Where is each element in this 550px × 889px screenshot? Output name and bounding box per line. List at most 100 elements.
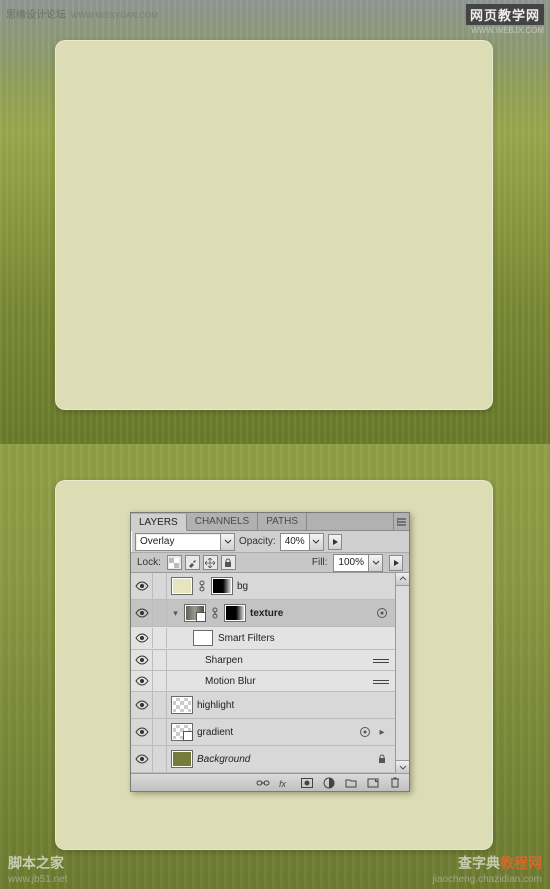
mask-link-icon[interactable] <box>197 580 207 592</box>
layer-row-texture[interactable]: ▾ texture <box>131 600 409 627</box>
layers-panel: LAYERS CHANNELS PATHS Overlay Opacity: 4… <box>130 512 410 792</box>
watermark-url: WWW.WEBJX.COM <box>466 26 544 35</box>
adjustment-layer-button[interactable] <box>319 776 339 790</box>
layer-style-button[interactable]: fx <box>275 776 295 790</box>
lock-indicator <box>375 752 389 766</box>
blend-mode-select[interactable]: Overlay <box>135 533 235 551</box>
fill-scrub-button[interactable] <box>389 555 403 571</box>
blend-opacity-row: Overlay Opacity: 40% <box>131 531 409 553</box>
lock-pixels-button[interactable] <box>185 555 200 570</box>
smart-filter-indicator[interactable] <box>358 725 372 739</box>
play-icon <box>331 538 339 546</box>
layer-name: Background <box>197 754 250 765</box>
chevron-down-icon <box>368 555 382 571</box>
layer-thumbnail[interactable] <box>171 723 193 741</box>
panel-tabs: LAYERS CHANNELS PATHS <box>131 513 409 531</box>
eye-icon <box>135 655 149 665</box>
opacity-value: 40% <box>281 534 309 549</box>
new-group-button[interactable] <box>341 776 361 790</box>
visibility-toggle[interactable] <box>131 719 153 745</box>
layer-mask-thumbnail[interactable] <box>224 604 246 622</box>
layer-row-gradient[interactable]: gradient ▸ <box>131 719 409 746</box>
visibility-toggle[interactable] <box>131 671 153 691</box>
tab-paths[interactable]: PATHS <box>258 513 307 530</box>
watermark-top-right: 网页教学网 WWW.WEBJX.COM <box>466 4 544 35</box>
delete-layer-button[interactable] <box>385 776 405 790</box>
circle-icon <box>376 607 388 619</box>
visibility-toggle[interactable] <box>131 650 153 670</box>
smart-filter-indicator[interactable] <box>375 606 389 620</box>
brush-icon <box>187 558 197 568</box>
panel-footer: fx <box>131 773 409 791</box>
canvas-card <box>55 40 493 410</box>
scrollbar[interactable] <box>395 573 409 773</box>
circle-icon <box>359 726 371 738</box>
layer-row-background[interactable]: Background <box>131 746 409 773</box>
watermark-text: 教程网 <box>500 855 542 871</box>
collapse-arrow[interactable]: ▸ <box>375 725 389 739</box>
filter-name: Motion Blur <box>205 676 256 687</box>
chevron-down-icon <box>399 763 407 771</box>
mask-link-icon[interactable] <box>210 607 220 619</box>
svg-text:fx: fx <box>279 779 287 789</box>
play-icon <box>392 559 400 567</box>
blend-mode-value: Overlay <box>136 534 220 549</box>
lock-all-button[interactable] <box>221 555 236 570</box>
layer-row-highlight[interactable]: highlight <box>131 692 409 719</box>
blend-options-icon[interactable] <box>373 655 389 665</box>
opacity-scrub-button[interactable] <box>328 534 342 550</box>
opacity-input[interactable]: 40% <box>280 533 324 551</box>
fill-input[interactable]: 100% <box>333 554 383 572</box>
visibility-toggle[interactable] <box>131 600 153 626</box>
eye-icon <box>135 754 149 764</box>
layer-mask-thumbnail[interactable] <box>211 577 233 595</box>
trash-icon <box>390 777 400 788</box>
panel-menu-button[interactable] <box>393 513 409 530</box>
add-mask-button[interactable] <box>297 776 317 790</box>
tab-channels[interactable]: CHANNELS <box>187 513 258 530</box>
top-background: 思缘设计论坛 WWW.MISSYUAN.COM 网页教学网 WWW.WEBJX.… <box>0 0 550 444</box>
lock-icon <box>223 558 233 568</box>
layer-name: highlight <box>197 700 234 711</box>
chevron-up-icon <box>399 575 407 583</box>
lock-icon <box>377 754 387 764</box>
filter-row-motion-blur[interactable]: Motion Blur <box>131 671 409 692</box>
link-layers-button[interactable] <box>253 776 273 790</box>
visibility-toggle[interactable] <box>131 746 153 772</box>
move-icon <box>205 558 215 568</box>
lock-transparency-button[interactable] <box>167 555 182 570</box>
visibility-toggle[interactable] <box>131 628 153 648</box>
layer-thumbnail[interactable] <box>184 604 206 622</box>
chevron-down-icon <box>309 534 323 550</box>
scroll-down-button[interactable] <box>396 760 409 773</box>
visibility-toggle[interactable] <box>131 573 153 599</box>
tab-layers[interactable]: LAYERS <box>131 514 187 531</box>
layer-list: bg ▾ texture <box>131 573 409 773</box>
layer-thumbnail[interactable] <box>171 696 193 714</box>
blend-options-icon[interactable] <box>373 676 389 686</box>
layer-name: gradient <box>197 727 233 738</box>
lock-position-button[interactable] <box>203 555 218 570</box>
filter-row-sharpen[interactable]: Sharpen <box>131 650 409 671</box>
folder-icon <box>345 778 357 788</box>
watermark-bottom-left: 脚本之家 <box>8 853 64 873</box>
watermark-top-left: 思缘设计论坛 WWW.MISSYUAN.COM <box>6 6 158 21</box>
new-layer-button[interactable] <box>363 776 383 790</box>
eye-icon <box>135 633 149 643</box>
layer-thumbnail[interactable] <box>171 750 193 768</box>
filter-mask-thumbnail[interactable] <box>193 630 213 646</box>
scroll-up-button[interactable] <box>396 573 409 586</box>
opacity-label: Opacity: <box>239 536 276 547</box>
layer-name: bg <box>237 581 248 592</box>
chevron-down-icon <box>220 534 234 550</box>
layer-row-bg[interactable]: bg <box>131 573 409 600</box>
eye-icon <box>135 727 149 737</box>
adjustment-icon <box>323 777 335 789</box>
visibility-toggle[interactable] <box>131 692 153 718</box>
disclosure-triangle[interactable]: ▾ <box>171 608 180 619</box>
layer-thumbnail[interactable] <box>171 577 193 595</box>
filter-name: Sharpen <box>205 655 243 666</box>
smart-filters-header[interactable]: Smart Filters <box>131 627 409 650</box>
layer-name: texture <box>250 608 283 619</box>
eye-icon <box>135 608 149 618</box>
